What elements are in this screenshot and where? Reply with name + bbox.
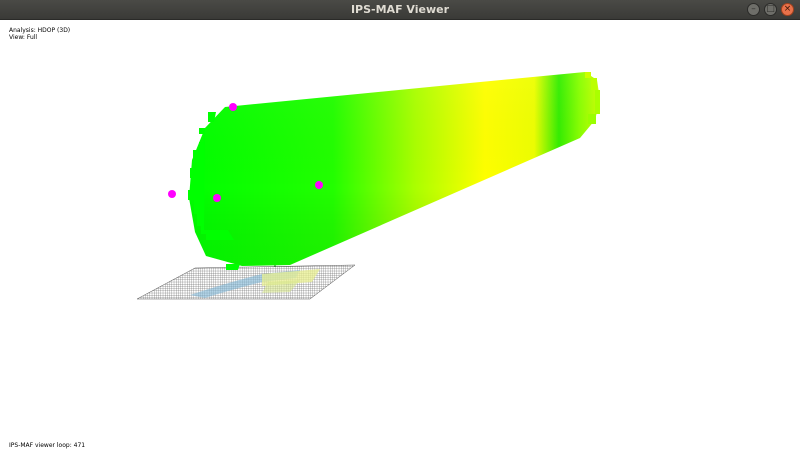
- anchor-marker: [315, 181, 323, 189]
- hdop-coverage-volume: [188, 72, 600, 270]
- anchor-marker: [168, 190, 176, 198]
- close-icon[interactable]: ×: [781, 3, 794, 16]
- maximize-icon[interactable]: □: [764, 3, 777, 16]
- anchor-marker: [229, 103, 237, 111]
- minimize-icon[interactable]: –: [747, 3, 760, 16]
- viewer-canvas[interactable]: Analysis: HDOP (3D) View: Full IPS-MAF v…: [0, 20, 800, 469]
- loop-counter: IPS-MAF viewer loop: 471: [9, 442, 86, 449]
- window-titlebar[interactable]: IPS-MAF Viewer – □ ×: [0, 0, 800, 20]
- view-label: View: Full: [9, 34, 38, 41]
- floor-plan-mesh: [136, 261, 356, 300]
- 3d-scene[interactable]: [0, 20, 800, 469]
- window-controls: – □ ×: [747, 3, 794, 16]
- anchor-marker: [213, 194, 221, 202]
- analysis-label: Analysis: HDOP (3D): [9, 27, 71, 34]
- window-title: IPS-MAF Viewer: [350, 3, 450, 16]
